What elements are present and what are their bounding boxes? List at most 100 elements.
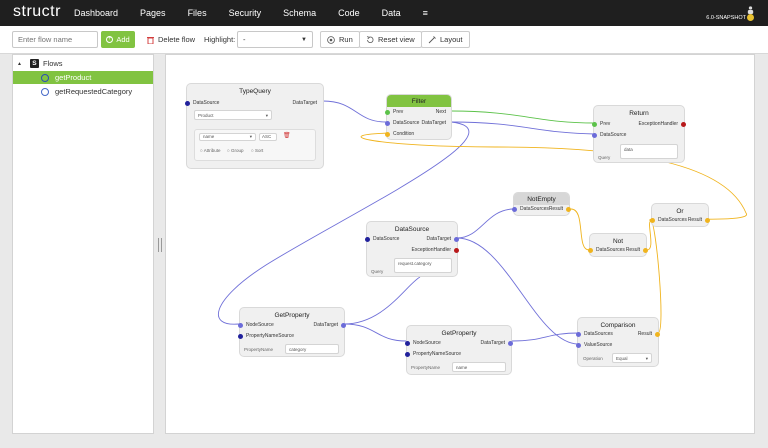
port-datatarget[interactable]: DataTarget [481,340,513,346]
nav-schema[interactable]: Schema [283,8,316,18]
port-datasources[interactable]: DataSources [588,247,625,253]
port-result[interactable]: Result [688,217,710,223]
port-dot [385,120,390,126]
delete-row-icon[interactable]: 🗑 [283,132,291,139]
add-flow-button[interactable]: + Add [101,31,135,48]
user-icon[interactable] [747,6,754,14]
run-button[interactable]: Run [320,31,360,48]
port-datatarget[interactable]: DataTarget [293,100,317,106]
port-dot [385,131,390,137]
option-attribute[interactable]: ○ Attribute [200,148,221,153]
delete-flow-button[interactable]: Delete flow [141,31,202,48]
port-datasources[interactable]: DataSources [650,217,687,223]
port-dot [512,206,517,212]
port-next[interactable]: Next [436,109,446,115]
panel-resize-handle[interactable] [158,238,162,252]
port-dot [385,109,390,115]
flow-canvas[interactable]: TypeQuery DataSource DataTarget Product ▾… [165,54,755,434]
node-getproperty-1[interactable]: GetProperty NodeSource DataTarget Proper… [238,307,346,357]
port-datatarget[interactable]: DataTarget [314,322,346,328]
port-dot [655,331,660,337]
sort-field-select[interactable]: name ▾ [199,133,256,141]
highlight-select[interactable]: - ▼ [237,31,313,48]
port-dot [566,206,571,212]
layout-button[interactable]: Layout [421,31,470,48]
app-logo[interactable]: structr [13,3,61,21]
port-dot [705,217,710,223]
plus-circle-icon: + [106,36,114,43]
node-comparison[interactable]: Comparison DataSources Result ValueSourc… [576,317,660,367]
tree-item-label: getProduct [55,73,92,82]
port-nodesource[interactable]: NodeSource [405,340,441,346]
node-title: Return [629,110,649,117]
port-label: ExceptionHandler [411,247,451,253]
option-group[interactable]: ○ Group [227,148,243,153]
node-or[interactable]: Or DataSources Result [650,203,710,227]
port-datasource[interactable]: DataSource [185,100,219,106]
port-label: DataTarget [313,322,338,328]
node-notempty[interactable]: NotEmpty DataSources Result [512,192,571,216]
port-valuesource[interactable]: ValueSource [576,342,612,348]
port-prev[interactable]: Prev [592,121,610,127]
edge-filter-next [450,110,596,124]
port-label: DataSource [600,132,627,138]
propertyname-value: name [456,365,468,370]
port-datasource[interactable]: DataSource [592,132,626,138]
port-result[interactable]: Result [626,247,648,253]
port-exceptionhandler[interactable]: ExceptionHandler [412,247,459,253]
nav-code[interactable]: Code [338,8,360,18]
add-flow-label: Add [116,35,130,44]
edge-datasource-notempty [456,208,514,239]
port-nodesource[interactable]: NodeSource [238,322,274,328]
nav-data[interactable]: Data [382,8,401,18]
port-result[interactable]: Result [638,331,660,337]
port-condition[interactable]: Condition [385,131,414,137]
option-sort[interactable]: ○ Sort [251,148,263,153]
port-datasource[interactable]: DataSource [365,236,399,242]
port-exceptionhandler[interactable]: ExceptionHandler [639,121,686,127]
hamburger-menu-icon[interactable]: ≡ [423,8,428,18]
node-getproperty-2[interactable]: GetProperty NodeSource DataTarget Proper… [405,325,513,375]
tree-item-getrequestedcategory[interactable]: getRequestedCategory [13,85,153,98]
nav-files[interactable]: Files [188,8,207,18]
return-query-field[interactable]: data [620,144,678,159]
node-return[interactable]: Return Prev ExceptionHandler DataSource … [592,105,686,163]
port-propertynamesource[interactable]: PropertyNameSource [238,333,294,339]
edge-getproperty-comparison [511,332,580,342]
node-not[interactable]: Not DataSources Result [588,233,648,257]
nav-dashboard[interactable]: Dashboard [74,8,118,18]
node-filter[interactable]: Filter Prev Next DataSource DataTarget C… [385,94,452,140]
port-datasources[interactable]: DataSources [512,206,549,212]
nav-pages[interactable]: Pages [140,8,166,18]
caret-down-icon: ▾ [265,113,268,118]
nav-security[interactable]: Security [229,8,262,18]
operation-select[interactable]: Equal ▾ [612,353,652,363]
port-label: PropertyNameSource [246,333,295,339]
edge-not-or [646,220,652,251]
type-select[interactable]: Product ▾ [194,110,272,120]
port-dot [576,331,581,337]
sort-order-select[interactable]: ASC [259,133,277,141]
port-result[interactable]: Result [549,206,571,212]
port-datatarget[interactable]: DataTarget [422,120,446,126]
flow-name-input[interactable] [12,31,98,48]
caret-down-icon: ▾ [249,134,252,139]
port-datatarget[interactable]: DataTarget [427,236,459,242]
port-datasources[interactable]: DataSources [576,331,613,337]
node-datasource[interactable]: DataSource DataSource DataTarget Excepti… [365,221,459,277]
reset-view-label: Reset view [378,35,415,44]
tree-item-getproduct[interactable]: getProduct [13,71,153,84]
port-prev[interactable]: Prev [385,109,403,115]
node-typequery[interactable]: TypeQuery DataSource DataTarget Product ▾… [185,83,324,169]
port-label: PropertyNameSource [413,351,462,357]
datasource-query-field[interactable]: request.category [394,258,452,273]
propertyname-field[interactable]: name [452,362,506,372]
port-propertynamesource[interactable]: PropertyNameSource [405,351,461,357]
expand-caret-icon[interactable]: ▲ [17,61,22,67]
port-dot [650,217,655,223]
delete-flow-label: Delete flow [158,35,196,44]
propertyname-field[interactable]: category [285,344,339,354]
port-datasource[interactable]: DataSource [385,120,419,126]
reset-view-button[interactable]: Reset view [359,31,422,48]
tree-root-flows[interactable]: ▲ S Flows [17,59,63,68]
